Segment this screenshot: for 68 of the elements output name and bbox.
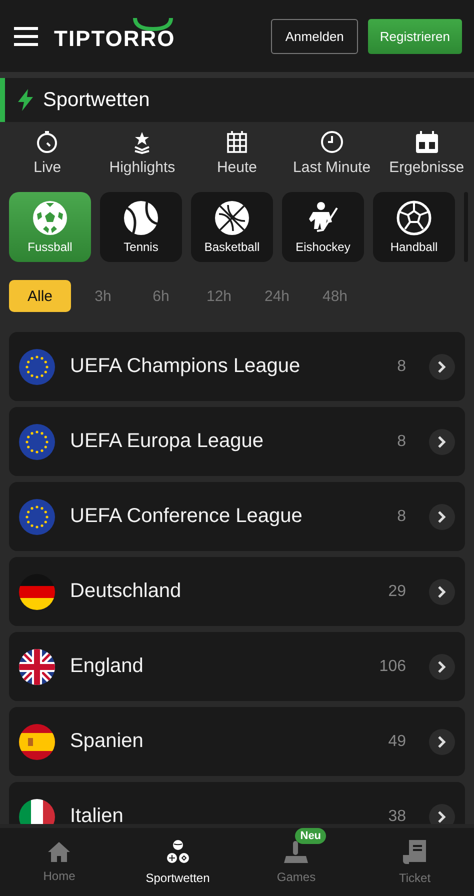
league-row[interactable]: UEFA Europa League 8 bbox=[9, 407, 465, 476]
event-count: 38 bbox=[388, 808, 406, 824]
event-count: 8 bbox=[397, 508, 406, 526]
chevron-icon bbox=[429, 504, 455, 530]
eu-flag-icon bbox=[19, 498, 55, 534]
quick-link[interactable]: Highlights bbox=[94, 130, 190, 176]
home-icon bbox=[47, 841, 72, 863]
menu-icon[interactable] bbox=[14, 26, 38, 46]
league-name: Spanien bbox=[70, 730, 144, 753]
login-button[interactable]: Anmelden bbox=[271, 18, 358, 54]
league-row[interactable]: Spanien 49 bbox=[9, 707, 465, 776]
chevron-icon bbox=[429, 728, 455, 754]
nav-item[interactable]: Sportwetten bbox=[118, 828, 237, 896]
chevron-icon bbox=[429, 654, 455, 680]
soccer-ball-icon bbox=[32, 200, 68, 236]
sport-tile[interactable]: Eishockey bbox=[282, 192, 364, 262]
event-count: 49 bbox=[388, 732, 406, 750]
german-flag-icon bbox=[19, 574, 55, 610]
chevron-icon bbox=[429, 578, 455, 604]
joystick-icon bbox=[283, 840, 310, 864]
time-filter[interactable]: Alle bbox=[9, 280, 71, 312]
sports-balls-icon bbox=[164, 839, 191, 865]
horns-icon bbox=[132, 16, 174, 32]
british-flag-icon bbox=[19, 648, 55, 684]
sport-tile[interactable]: Tennis bbox=[100, 192, 182, 262]
eu-flag-icon bbox=[19, 348, 55, 384]
sport-tile[interactable]: Handball bbox=[373, 192, 455, 262]
event-count: 106 bbox=[379, 658, 406, 676]
basketball-icon bbox=[214, 200, 250, 236]
league-row[interactable]: UEFA Champions League 8 bbox=[9, 332, 465, 401]
league-row[interactable]: Deutschland 29 bbox=[9, 557, 465, 626]
spanish-flag-icon bbox=[19, 724, 55, 760]
league-name: Italien bbox=[70, 805, 124, 824]
new-badge: Neu bbox=[295, 828, 326, 844]
sport-tile[interactable]: Fussball bbox=[9, 192, 91, 262]
quick-link[interactable]: Ergebnisse bbox=[379, 130, 474, 176]
quick-link[interactable]: Last Minute bbox=[284, 130, 380, 176]
section-title: Sportwetten bbox=[43, 88, 150, 112]
league-row[interactable]: England 106 bbox=[9, 632, 465, 701]
league-name: UEFA Champions League bbox=[70, 355, 302, 378]
quick-link[interactable]: Heute bbox=[190, 130, 284, 176]
sport-tile[interactable]: Basketball bbox=[191, 192, 273, 262]
league-row[interactable]: UEFA Conference League 8 bbox=[9, 482, 465, 551]
league-name: UEFA Conference League bbox=[70, 505, 304, 528]
nav-item[interactable]: Neu Games bbox=[237, 828, 356, 896]
ticket-icon bbox=[402, 839, 428, 865]
nav-item[interactable]: Ticket bbox=[356, 828, 474, 896]
quick-link[interactable]: Live bbox=[0, 130, 95, 176]
event-count: 8 bbox=[397, 358, 406, 376]
lightning-icon bbox=[17, 89, 35, 111]
league-row[interactable]: Italien 38 bbox=[9, 782, 465, 824]
calendar-icon bbox=[224, 130, 249, 154]
stopwatch-icon bbox=[35, 130, 60, 154]
scoreboard-icon bbox=[414, 130, 440, 154]
handball-icon bbox=[396, 200, 432, 236]
event-count: 29 bbox=[388, 582, 406, 600]
league-name: Deutschland bbox=[70, 580, 182, 603]
clock-icon bbox=[320, 130, 344, 154]
chevron-icon bbox=[429, 428, 455, 454]
nav-item[interactable]: Home bbox=[0, 828, 118, 896]
event-count: 8 bbox=[397, 432, 406, 450]
register-button[interactable]: Registrieren bbox=[368, 18, 462, 54]
chevron-icon bbox=[429, 354, 455, 380]
logo[interactable]: TIPTORRO bbox=[54, 26, 176, 51]
tennis-ball-icon bbox=[123, 200, 159, 236]
league-name: England bbox=[70, 655, 144, 678]
league-name: UEFA Europa League bbox=[70, 430, 264, 453]
eu-flag-icon bbox=[19, 424, 55, 460]
